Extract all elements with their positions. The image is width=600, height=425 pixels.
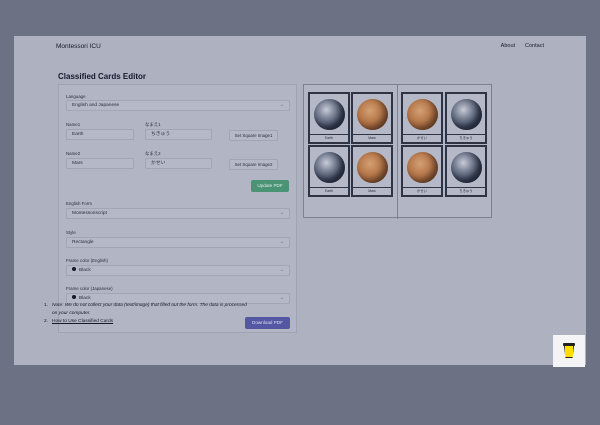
english-form-value: Montessoriscript [72, 211, 107, 216]
support-button[interactable] [553, 335, 585, 367]
page: Montessori ICU About Contact Classified … [14, 36, 586, 365]
name2-label: Name2 [66, 151, 81, 156]
card-caption: ちきゅう [447, 134, 485, 142]
page-divider [397, 85, 398, 219]
language-label: Language [66, 94, 86, 99]
frame-en-select[interactable]: Black ⌄ [66, 265, 290, 276]
english-form-select[interactable]: Montessoriscript ⌄ [66, 208, 290, 219]
name1-ja-input[interactable]: ちきゅう [145, 129, 212, 140]
name2-input[interactable]: Mars [66, 158, 134, 169]
black-dot-icon [72, 266, 76, 271]
nav-link-about[interactable]: About [501, 43, 515, 49]
privacy-note: Note: We do not collect your data (text/… [52, 303, 247, 308]
earth-image [450, 152, 482, 183]
card-caption: かせい [403, 187, 441, 195]
frame-en-value: Black [79, 268, 91, 273]
earth-image [313, 152, 345, 183]
style-select[interactable]: Rectangle ⌄ [66, 237, 290, 248]
mars-image [356, 152, 388, 183]
style-value: Rectangle [72, 240, 94, 245]
preview-card: かせい [401, 145, 443, 197]
black-dot-icon [72, 294, 76, 299]
frame-ja-label: Frame color (Japanese) [66, 286, 113, 291]
earth-image [313, 99, 345, 130]
english-form-label: English Form [66, 201, 92, 206]
note-2-number: 2. [44, 319, 49, 324]
frame-en-label: Frame color (English) [66, 258, 108, 263]
card-caption: Mars [353, 134, 391, 142]
language-select[interactable]: English and Japanese ⌄ [66, 100, 290, 111]
style-label: Style [66, 230, 76, 235]
preview-card: Mars [351, 145, 393, 197]
card-caption: Earth [310, 187, 348, 195]
how-to-use-link[interactable]: How to Use Classified Cards [52, 318, 113, 325]
chevron-down-icon: ⌄ [279, 210, 284, 216]
name2-ja-input[interactable]: かせい [145, 158, 212, 169]
chevron-down-icon: ⌄ [279, 102, 284, 108]
preview-card: ちきゅう [445, 145, 487, 197]
site-brand[interactable]: Montessori ICU [56, 43, 101, 50]
coffee-cup-icon [563, 343, 575, 359]
chevron-down-icon: ⌄ [279, 295, 284, 301]
preview-card: Earth [308, 145, 350, 197]
preview-card: Earth [308, 92, 350, 144]
chevron-down-icon: ⌄ [279, 239, 284, 245]
preview-card: Mars [351, 92, 393, 144]
preview-card: ちきゅう [445, 92, 487, 144]
mars-image [406, 152, 438, 183]
mars-image [406, 99, 438, 130]
card-caption: かせい [403, 134, 441, 142]
download-pdf-button[interactable]: Download PDF [245, 317, 290, 329]
card-caption: Mars [353, 187, 391, 195]
card-caption: Earth [310, 134, 348, 142]
language-value: English and Japanese [72, 103, 120, 108]
update-pdf-button[interactable]: Update PDF [251, 180, 289, 192]
card-caption: ちきゅう [447, 187, 485, 195]
nav-link-contact[interactable]: Contact [525, 43, 544, 49]
set-image1-button[interactable]: Set Square Image1 [229, 130, 278, 141]
earth-image [450, 99, 482, 130]
nav-links: About Contact [501, 43, 544, 49]
pdf-preview: Earth Mars Earth Mars かせい ちきゅう かせい ちきゅう [303, 84, 492, 219]
name1-label: Name1 [66, 122, 81, 127]
note-1-number: 1. [44, 303, 49, 308]
name1-ja-label: なまえ1 [145, 122, 161, 127]
mars-image [356, 99, 388, 130]
privacy-note-cont: on your computer. [52, 311, 91, 316]
name2-ja-label: なまえ2 [145, 151, 161, 156]
editor-form: Language English and Japanese ⌄ Name1 なま… [58, 84, 297, 333]
chevron-down-icon: ⌄ [279, 267, 284, 273]
name1-input[interactable]: Earth [66, 129, 134, 140]
frame-ja-value: Black [79, 296, 91, 301]
preview-card: かせい [401, 92, 443, 144]
set-image2-button[interactable]: Set Square Image2 [229, 159, 278, 170]
page-title: Classified Cards Editor [58, 72, 147, 81]
